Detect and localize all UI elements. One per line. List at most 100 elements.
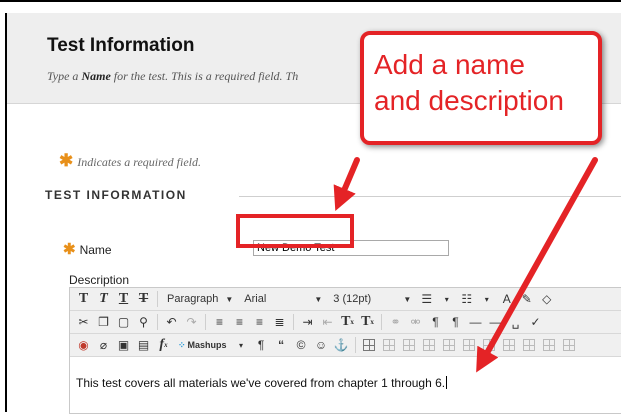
chevron-down-icon[interactable]: ▾	[233, 337, 250, 354]
description-label: Description	[69, 273, 130, 287]
link-icon[interactable]: ⚭	[387, 314, 404, 331]
highlight-icon[interactable]: ✎	[518, 291, 535, 308]
bullet-list-icon[interactable]: ☰	[418, 291, 435, 308]
cut-icon[interactable]: ✂	[75, 314, 92, 331]
emoticon-icon[interactable]: ☺	[313, 337, 330, 354]
toolbar-separator	[354, 337, 356, 353]
table-grid-icon	[563, 339, 576, 351]
table-grid-icon	[523, 339, 536, 351]
table-grid-icon	[503, 339, 516, 351]
required-star-icon: ✱	[59, 151, 74, 170]
table-grid-icon	[483, 339, 496, 351]
text-cursor	[446, 376, 448, 389]
italic-icon[interactable]: T	[95, 291, 112, 308]
unlink-icon[interactable]: ⚮	[407, 314, 424, 331]
paste-icon[interactable]: ▢	[115, 314, 132, 331]
table-grid-icon	[423, 339, 436, 351]
page-title: Test Information	[47, 35, 195, 56]
size-select-value: 3 (12pt)	[333, 293, 372, 305]
bold-icon[interactable]: T	[75, 291, 92, 308]
nonbreaking-space-icon[interactable]: ␣	[507, 314, 524, 331]
align-left-icon[interactable]: ≡	[211, 314, 228, 331]
description-text-area[interactable]: This test covers all materials we've cov…	[76, 376, 448, 390]
delete-row-icon[interactable]	[461, 337, 478, 354]
eraser-icon[interactable]: ◇	[538, 291, 555, 308]
table-grid-icon	[403, 339, 416, 351]
toolbar-separator	[157, 291, 158, 307]
subtitle-suffix: for the test. This is a required field. …	[113, 69, 299, 83]
copy-icon[interactable]: ❐	[95, 314, 112, 331]
insert-row-before-icon[interactable]	[421, 337, 438, 354]
required-star-icon: ✱	[63, 241, 76, 258]
top-border-line	[0, 0, 621, 2]
callout-line-2: and description	[374, 85, 564, 116]
toolbar-separator	[157, 314, 158, 330]
copyright-icon[interactable]: ©	[293, 337, 310, 354]
section-heading: TEST INFORMATION	[45, 188, 187, 202]
font-select[interactable]: Arial ▼	[240, 291, 326, 308]
toolbar-separator	[205, 314, 206, 330]
align-right-icon[interactable]: ≡	[251, 314, 268, 331]
delete-col-icon[interactable]	[521, 337, 538, 354]
insert-col-before-icon[interactable]	[481, 337, 498, 354]
record-icon[interactable]: ◉	[75, 337, 92, 354]
insert-col-after-icon[interactable]	[501, 337, 518, 354]
horizontal-line-icon[interactable]: —	[487, 314, 504, 331]
justify-icon[interactable]: ≣	[271, 314, 288, 331]
paragraph-select[interactable]: Paragraph ▼	[163, 291, 237, 308]
insert-media-icon[interactable]: ▤	[135, 337, 152, 354]
paragraph-select-value: Paragraph	[167, 293, 219, 305]
table-grid-icon	[443, 339, 456, 351]
font-select-value: Arial	[244, 293, 267, 305]
mashups-label: Mashups	[187, 340, 227, 350]
merge-cells-icon[interactable]	[561, 337, 578, 354]
spellcheck-icon[interactable]: ✓	[527, 314, 544, 331]
table-grid-icon	[543, 339, 556, 351]
chevron-down-icon: ▼	[225, 294, 234, 304]
editor-toolbar-row-2: ✂ ❐ ▢ ⚲ ↶ ↷ ≡ ≡ ≡ ≣ ⇥ ⇤ Tx Tx ⚭ ⚮ ¶ ¶ — …	[70, 311, 621, 334]
subscript-icon[interactable]: Tx	[359, 314, 376, 331]
quote-icon[interactable]: “	[273, 337, 290, 354]
table-row-props-icon[interactable]	[381, 337, 398, 354]
paragraph-mark-icon[interactable]: ¶	[253, 337, 270, 354]
horizontal-rule-icon[interactable]: —	[467, 314, 484, 331]
table-grid-icon	[363, 339, 376, 351]
size-select[interactable]: 3 (12pt) ▼	[329, 291, 415, 308]
anchor-icon[interactable]: ⚓	[333, 337, 350, 354]
undo-icon[interactable]: ↶	[163, 314, 180, 331]
table-grid-icon	[463, 339, 476, 351]
superscript-icon[interactable]: Tx	[339, 314, 356, 331]
table-icon[interactable]	[361, 337, 378, 354]
table-grid-icon	[383, 339, 396, 351]
mashups-button[interactable]: ⁘ Mashups	[175, 340, 230, 351]
redo-icon[interactable]: ↷	[183, 314, 200, 331]
chevron-down-icon: ▼	[314, 294, 323, 304]
align-center-icon[interactable]: ≡	[231, 314, 248, 331]
rtl-icon[interactable]: ¶	[447, 314, 464, 331]
editor-toolbar-row-3: ◉ ⌀ ▣ ▤ fx ⁘ Mashups ▾ ¶ “ © ☺ ⚓	[70, 334, 621, 357]
description-text: This test covers all materials we've cov…	[76, 376, 446, 390]
math-icon[interactable]: fx	[155, 337, 172, 354]
required-note-text: Indicates a required field.	[77, 155, 201, 169]
required-field-note: ✱ Indicates a required field.	[59, 151, 201, 171]
numbered-list-icon[interactable]: ☷	[458, 291, 475, 308]
name-label-text: Name	[79, 243, 112, 257]
find-icon[interactable]: ⚲	[135, 314, 152, 331]
ltr-icon[interactable]: ¶	[427, 314, 444, 331]
insert-image-icon[interactable]: ▣	[115, 337, 132, 354]
section-divider	[239, 196, 621, 197]
indent-icon[interactable]: ⇥	[299, 314, 316, 331]
text-color-icon[interactable]: A	[498, 291, 515, 308]
description-editor: T T T T Paragraph ▼ Arial ▼ 3 (12pt) ▼ ☰ ▾ …	[69, 287, 621, 414]
table-cell-props-icon[interactable]	[401, 337, 418, 354]
chevron-down-icon[interactable]: ▾	[478, 291, 495, 308]
callout-line-1: Add a name	[374, 49, 525, 80]
split-cells-icon[interactable]	[541, 337, 558, 354]
strikethrough-icon[interactable]: T	[135, 291, 152, 308]
chevron-down-icon[interactable]: ▾	[438, 291, 455, 308]
attach-file-icon[interactable]: ⌀	[95, 337, 112, 354]
outdent-icon[interactable]: ⇤	[319, 314, 336, 331]
editor-toolbar-row-1: T T T T Paragraph ▼ Arial ▼ 3 (12pt) ▼ ☰ ▾ …	[70, 288, 621, 311]
underline-icon[interactable]: T	[115, 291, 132, 308]
insert-row-after-icon[interactable]	[441, 337, 458, 354]
